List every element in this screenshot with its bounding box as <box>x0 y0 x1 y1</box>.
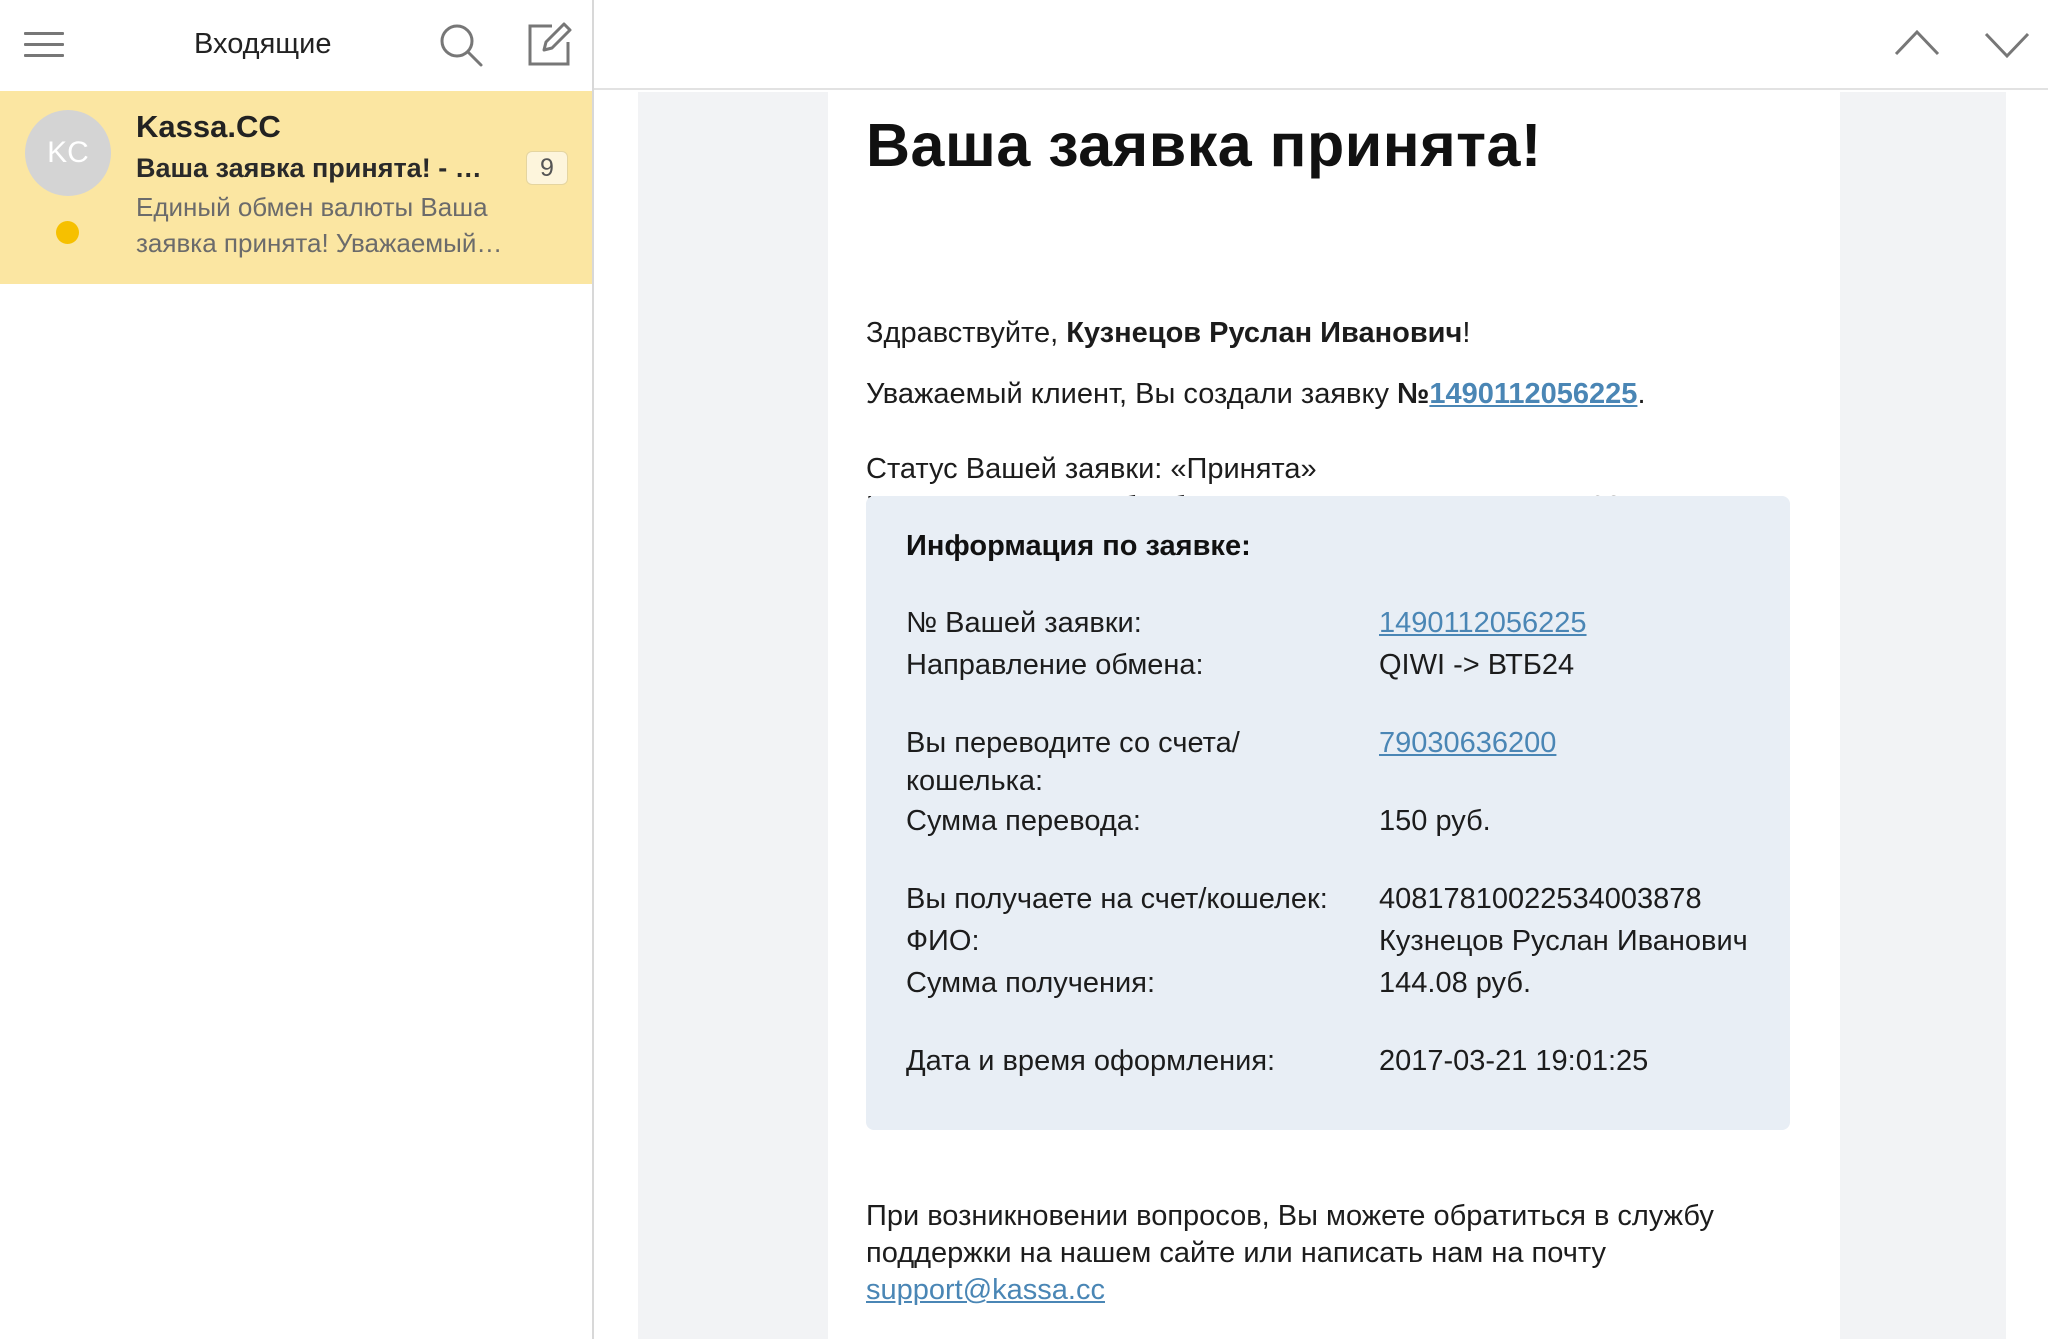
message-list-pane: Входящие KC Kassa.CC Ваша заявка принята… <box>0 0 594 1339</box>
info-label: Вы переводите со счета/ <box>906 727 1240 759</box>
chevron-up-icon[interactable] <box>1890 18 1944 68</box>
target-account-value: 40817810022534003878 <box>1379 883 1702 915</box>
exchange-direction-value: QIWI -> ВТБ24 <box>1379 649 1575 681</box>
unread-dot-icon[interactable] <box>56 221 79 244</box>
list-item[interactable]: KC Kassa.CC Ваша заявка принята! - Едины… <box>0 91 592 284</box>
mail-subject: Ваша заявка принята! - Единый обмен валю… <box>136 153 496 183</box>
search-icon[interactable] <box>436 20 486 70</box>
mail-title: Ваша заявка принята! <box>866 111 1542 179</box>
mail-snippet: Единый обмен валюты Ваша заявка принята!… <box>136 192 488 258</box>
sender-name: Kassa.CC <box>136 109 281 144</box>
thread-count-badge: 9 <box>526 151 568 185</box>
compose-icon[interactable] <box>524 20 574 70</box>
info-label: Направление обмена: <box>906 649 1204 681</box>
info-label: кошелька: <box>906 765 1044 797</box>
order-datetime-value: 2017-03-21 19:01:25 <box>1379 1045 1649 1077</box>
order-number-value-link[interactable]: 1490112056225 <box>1379 604 1587 642</box>
info-label: Дата и время оформления: <box>906 1045 1276 1077</box>
status-line: Статус Вашей заявки: «Принята» <box>866 453 1317 485</box>
support-paragraph: При возникновении вопросов, Вы можете об… <box>866 1200 1714 1306</box>
info-label: Сумма перевода: <box>906 805 1141 837</box>
client-name: Кузнецов Руслан Иванович <box>1066 317 1463 349</box>
order-info-box: Информация по заявке: № Вашей заявки: 14… <box>866 496 1790 1130</box>
receive-amount-value: 144.08 руб. <box>1379 967 1532 999</box>
full-name-value: Кузнецов Руслан Иванович <box>1379 925 1748 957</box>
info-label: Сумма получения: <box>906 967 1156 999</box>
greeting: Здравствуйте, Кузнецов Руслан Иванович! <box>866 317 1471 349</box>
order-sentence: Уважаемый клиент, Вы создали заявку №149… <box>866 378 1646 410</box>
info-label: № Вашей заявки: <box>906 607 1142 639</box>
transfer-amount-value: 150 руб. <box>1379 805 1491 837</box>
info-title: Информация по заявке: <box>906 530 1251 562</box>
folder-title: Входящие <box>194 28 332 60</box>
mail-body: Ваша заявка принята! Здравствуйте, Кузне… <box>828 92 1840 1339</box>
chevron-down-icon[interactable] <box>1980 18 2034 68</box>
order-number-link[interactable]: 1490112056225 <box>1429 378 1637 410</box>
info-label: Вы получаете на счет/кошелек: <box>906 883 1328 915</box>
message-view-pane: Ваша заявка принята! Здравствуйте, Кузне… <box>594 0 2048 1339</box>
support-email-link[interactable]: support@kassa.cc <box>866 1274 1105 1306</box>
avatar: KC <box>25 110 111 196</box>
info-label: ФИО: <box>906 925 980 957</box>
source-account-link[interactable]: 79030636200 <box>1379 724 1556 762</box>
message-toolbar <box>594 0 2048 90</box>
menu-icon[interactable] <box>24 32 64 58</box>
list-header: Входящие <box>0 0 592 90</box>
